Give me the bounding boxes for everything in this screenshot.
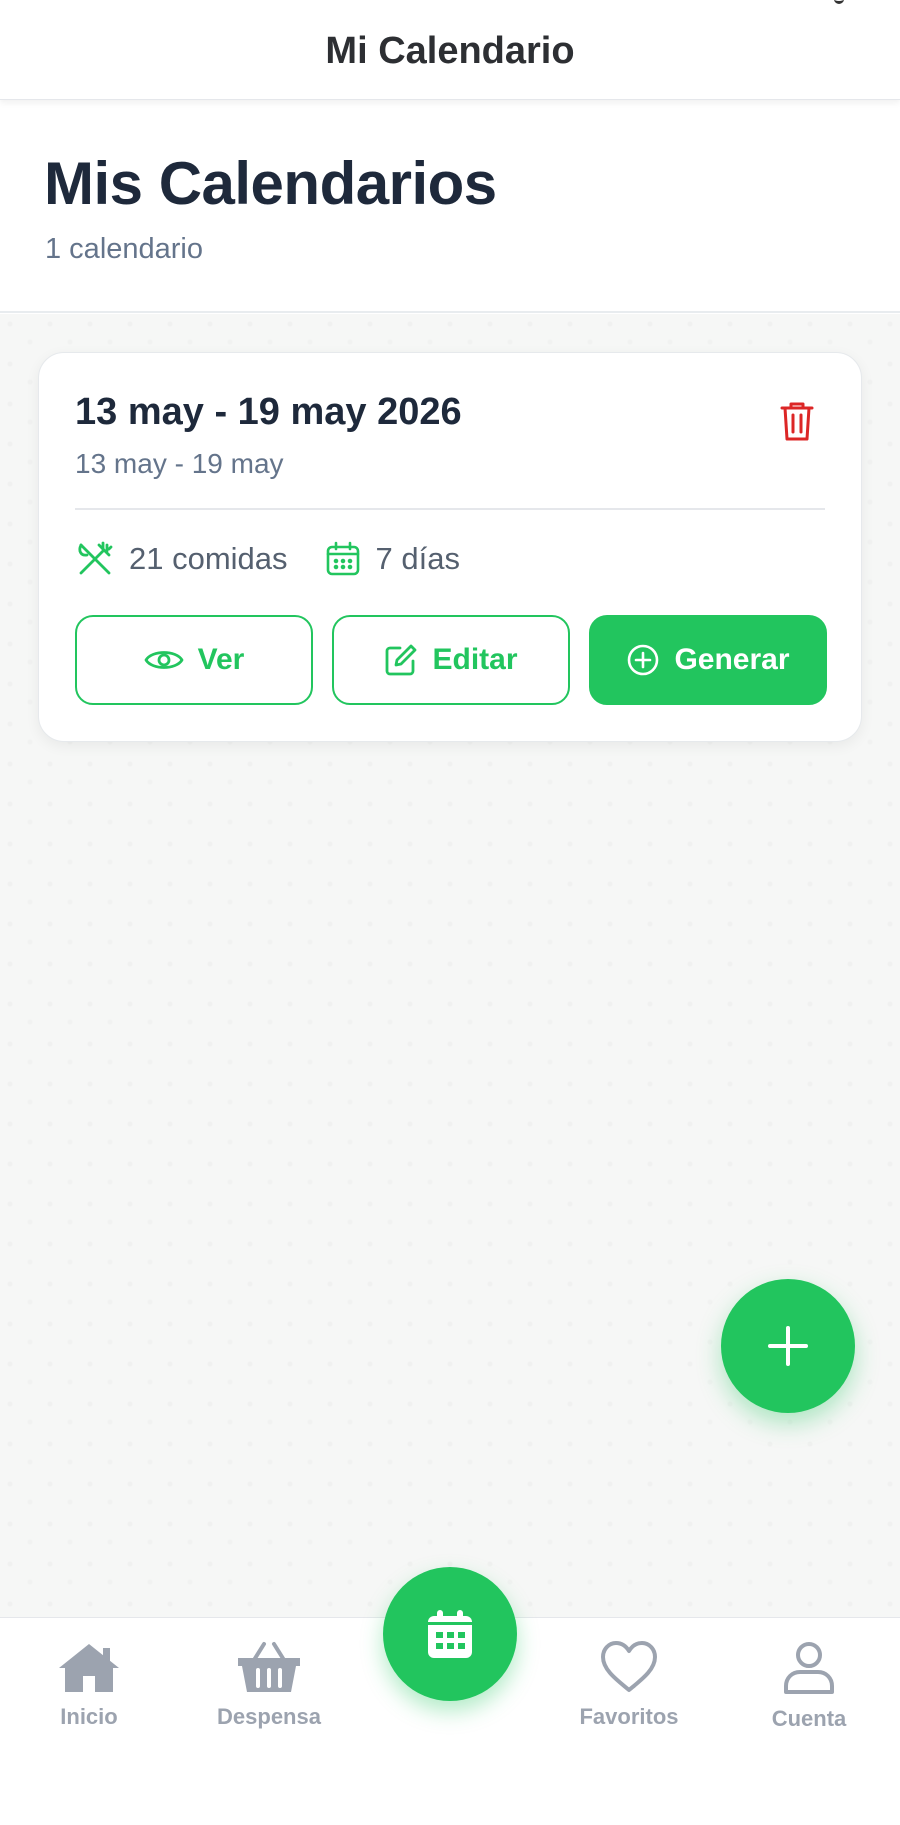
- tab-cuenta-label: Cuenta: [771, 1706, 847, 1731]
- status-indicator-icon: [834, 0, 844, 4]
- days-count-label: 7 días: [375, 541, 460, 576]
- tab-inicio-label: Inicio: [60, 1704, 118, 1729]
- plus-icon: [768, 1326, 808, 1366]
- home-icon: [59, 1644, 119, 1692]
- tab-cuenta[interactable]: Cuenta: [729, 1640, 889, 1732]
- calendar-icon: [428, 1610, 472, 1658]
- meals-count-label: 21 comidas: [129, 541, 288, 576]
- calendar-card[interactable]: 13 may - 19 may 2026 13 may - 19 may 21 …: [38, 352, 862, 742]
- eye-icon: [144, 651, 184, 669]
- view-button-label: Ver: [197, 643, 245, 676]
- generate-button-label: Generar: [674, 643, 790, 676]
- meals-count: 21 comidas: [75, 539, 288, 579]
- edit-button-label: Editar: [432, 643, 518, 676]
- tab-despensa[interactable]: Despensa: [189, 1640, 349, 1730]
- user-icon: [784, 1642, 834, 1694]
- app-header: Mi Calendario: [0, 0, 900, 100]
- view-button[interactable]: Ver: [75, 615, 313, 705]
- tab-favoritos-label: Favoritos: [579, 1704, 679, 1729]
- calendar-card-range: 13 may - 19 may: [75, 448, 284, 479]
- utensils-icon: [78, 541, 113, 575]
- plus-circle-icon: [628, 644, 659, 676]
- calendar-meta: 21 comidas 7 días: [75, 539, 496, 579]
- edit-icon: [386, 644, 417, 676]
- card-actions: Ver Editar Generar: [75, 615, 827, 705]
- calendar-icon: [326, 541, 359, 576]
- tab-inicio[interactable]: Inicio: [9, 1640, 169, 1730]
- delete-button[interactable]: [777, 399, 817, 443]
- calendar-count: 1 calendario: [45, 233, 203, 265]
- page-title: Mis Calendarios: [44, 150, 497, 217]
- heart-icon: [601, 1641, 657, 1692]
- basket-icon: [238, 1642, 300, 1692]
- days-count: 7 días: [324, 540, 460, 578]
- calendar-card-title: 13 may - 19 may 2026: [75, 391, 462, 433]
- trash-icon: [780, 402, 814, 441]
- add-calendar-button[interactable]: [721, 1279, 855, 1413]
- card-divider: [75, 508, 825, 510]
- generate-button[interactable]: Generar: [589, 615, 827, 705]
- header-title: Mi Calendario: [325, 30, 575, 72]
- tab-despensa-label: Despensa: [217, 1704, 321, 1729]
- edit-button[interactable]: Editar: [332, 615, 570, 705]
- page-header: Mis Calendarios 1 calendario: [0, 101, 900, 313]
- tab-calendario[interactable]: [383, 1567, 517, 1701]
- tab-favoritos[interactable]: Favoritos: [549, 1640, 709, 1730]
